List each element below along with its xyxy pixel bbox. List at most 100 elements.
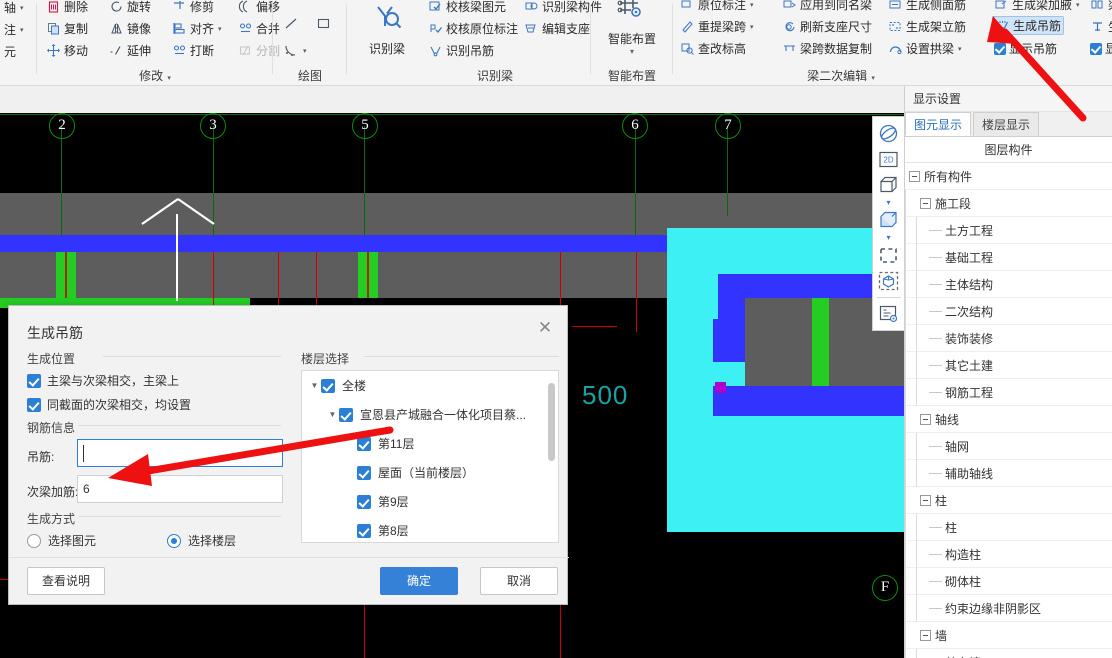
checkbox-checked-icon[interactable] <box>357 494 371 509</box>
ribbon-button-trim[interactable]: 修剪 <box>170 0 216 16</box>
hanger-input[interactable] <box>77 439 283 467</box>
chevron-down-icon[interactable]: ▼ <box>308 381 321 390</box>
secondary-beam-rebar-input[interactable]: 6 <box>77 475 283 503</box>
floor-tree-row[interactable]: 第11层 <box>302 429 558 458</box>
axis-bubble-5[interactable]: 5 <box>352 113 378 139</box>
checkbox-checked-icon[interactable] <box>27 373 41 388</box>
checkbox-checked-icon[interactable] <box>357 465 371 480</box>
ribbon-button-rect[interactable] <box>314 14 333 33</box>
ribbon-button-check-elevation[interactable]: 查改标高 <box>678 39 748 58</box>
ribbon-button-recognize-hanger[interactable]: 识别吊筋 <box>426 41 496 60</box>
radio-row-select-floor[interactable]: 选择楼层 <box>167 532 236 549</box>
ribbon-clipped-item-0[interactable]: 轴 ▾ <box>2 0 26 17</box>
tree-row[interactable]: 砌体柱 <box>905 567 1112 595</box>
floor-tree-row[interactable]: 屋面（当前楼层） <box>302 458 558 487</box>
ribbon-button-align[interactable]: 对齐 ▾ <box>170 19 224 38</box>
checkbox-checked-icon[interactable] <box>27 397 41 412</box>
ribbon-button-copy-span-data[interactable]: 梁跨数据复制 <box>780 39 874 58</box>
tree-row[interactable]: 钢筋工程 <box>905 378 1112 406</box>
chevron-down-icon[interactable]: ▾ <box>750 23 754 31</box>
ribbon-button-line[interactable] <box>282 14 301 33</box>
floor-selection-tree[interactable]: ▼全楼▼宣恩县产城融合一体化项目蔡...第11层屋面（当前楼层）第9层第8层第7… <box>301 370 559 543</box>
chevron-down-icon[interactable]: ▾ <box>20 26 24 34</box>
ribbon-button-generate-high[interactable]: 生成高 <box>1088 17 1112 36</box>
ribbon-button-check-inplace-note[interactable]: 校核原位标注 <box>426 19 520 38</box>
chevron-down-icon[interactable]: ▾ <box>886 233 890 242</box>
ribbon-button-generate-side-bar[interactable]: 生成侧面筋 <box>886 0 968 14</box>
ribbon-button-arc[interactable]: ▾ <box>282 41 309 60</box>
chevron-down-icon[interactable]: ▾ <box>871 75 875 82</box>
ribbon-button-move[interactable]: 移动 <box>44 41 90 60</box>
checkbox-row-main-secondary-beam[interactable]: 主梁与次梁相交，主梁上 <box>27 372 179 389</box>
checkbox-checked-icon[interactable] <box>321 378 335 393</box>
tree-row[interactable]: 柱 <box>905 486 1112 514</box>
tree-row[interactable]: 约束边缘非阴影区 <box>905 594 1112 622</box>
tree-row[interactable]: 轴网 <box>905 432 1112 460</box>
2d-view-icon[interactable]: 2D <box>875 146 903 172</box>
ribbon-button-apply-same-name-beam[interactable]: 应用到同名梁 <box>780 0 874 14</box>
selection-grip-magenta[interactable] <box>715 382 726 393</box>
ribbon-clipped-item-2[interactable]: 元 <box>2 42 18 61</box>
tree-row[interactable]: 二次结构 <box>905 297 1112 325</box>
ribbon-checkbox-show-hanger[interactable]: 显示吊筋 <box>992 39 1059 58</box>
chevron-down-icon[interactable]: ▾ <box>597 47 667 56</box>
chevron-down-icon[interactable]: ▾ <box>886 198 890 207</box>
isolate-cube-icon[interactable] <box>875 268 903 294</box>
tree-row[interactable]: 施工段 <box>905 189 1112 217</box>
floor-tree-row[interactable]: 第8层 <box>302 516 558 542</box>
collapse-icon[interactable] <box>920 494 931 506</box>
tree-row[interactable]: 轴线 <box>905 405 1112 433</box>
radio-row-select-element[interactable]: 选择图元 <box>27 532 96 549</box>
dashed-select-icon[interactable] <box>875 242 903 268</box>
tree-row[interactable]: 所有构件 <box>905 163 1112 190</box>
view-instructions-button[interactable]: 查看说明 <box>27 567 105 595</box>
cube-filled-icon[interactable] <box>875 207 903 233</box>
ribbon-button-generate-erection-bar[interactable]: 生成架立筋 <box>886 17 968 36</box>
display-settings-icon[interactable] <box>875 301 903 327</box>
radio-unselected-icon[interactable] <box>27 533 41 548</box>
checkbox-checked-icon[interactable] <box>994 42 1006 55</box>
ok-button[interactable]: 确定 <box>380 567 458 595</box>
cancel-button[interactable]: 取消 <box>480 567 558 595</box>
ribbon-button-rotate[interactable]: 旋转 <box>107 0 153 16</box>
axis-bubble-7[interactable]: 7 <box>715 113 741 139</box>
collapse-icon[interactable] <box>920 413 931 425</box>
ribbon-button-extend[interactable]: 延伸 <box>107 41 153 60</box>
ribbon-button-copy[interactable]: 复制 <box>44 19 90 38</box>
collapse-icon[interactable] <box>920 629 931 641</box>
axis-bubble-6[interactable]: 6 <box>622 113 648 139</box>
tree-row[interactable]: 剪力墙 <box>905 648 1112 658</box>
chevron-down-icon[interactable]: ▾ <box>750 1 754 9</box>
radio-selected-icon[interactable] <box>167 533 181 548</box>
ribbon-button-beam-span-split[interactable]: 梁跨分 <box>1088 0 1112 14</box>
ribbon-button-generate-beam-haunch[interactable]: 生成梁加腋 ▾ <box>992 0 1082 14</box>
ribbon-button-recognize-beam-component[interactable]: 识别梁构件 <box>522 0 604 16</box>
ribbon-bigbutton-smart-layout[interactable]: 智能布置 ▾ <box>597 0 667 56</box>
tree-row[interactable]: 基础工程 <box>905 243 1112 271</box>
chevron-down-icon[interactable]: ▾ <box>303 47 307 55</box>
chevron-down-icon[interactable]: ▾ <box>958 45 962 53</box>
cube-outline-icon[interactable] <box>875 172 903 198</box>
ribbon-button-mirror[interactable]: 镜像 <box>107 19 153 38</box>
ribbon-clipped-item-1[interactable]: 注 ▾ <box>2 20 26 39</box>
ribbon-button-inplace-note[interactable]: 原位标注 ▾ <box>678 0 756 14</box>
ribbon-button-break[interactable]: 打断 <box>170 41 216 60</box>
floor-tree-row[interactable]: 第9层 <box>302 487 558 516</box>
tab-floor-display[interactable]: 楼层显示 <box>973 112 1040 136</box>
tree-row[interactable]: 构造柱 <box>905 540 1112 568</box>
close-icon[interactable]: ✕ <box>533 316 557 340</box>
axis-bubble-2[interactable]: 2 <box>49 113 75 139</box>
chevron-down-icon[interactable]: ▾ <box>1076 1 1080 9</box>
collapse-icon[interactable] <box>909 170 920 182</box>
tree-row[interactable]: 柱 <box>905 513 1112 541</box>
tree-row[interactable]: 装饰装修 <box>905 324 1112 352</box>
tree-row[interactable]: 墙 <box>905 621 1112 649</box>
tree-row[interactable]: 土方工程 <box>905 216 1112 244</box>
floor-tree-scrollbar[interactable] <box>548 383 555 461</box>
tree-row[interactable]: 其它土建 <box>905 351 1112 379</box>
ribbon-button-refresh-support-size[interactable]: 刷新支座尺寸 <box>780 17 874 36</box>
tree-row[interactable]: 主体结构 <box>905 270 1112 298</box>
floor-tree-row[interactable]: ▼ 宣恩县产城融合一体化项目蔡... <box>302 400 558 429</box>
tree-row[interactable]: 辅助轴线 <box>905 459 1112 487</box>
ribbon-bigbutton-recognize-beam[interactable]: 识别梁 <box>352 2 422 57</box>
